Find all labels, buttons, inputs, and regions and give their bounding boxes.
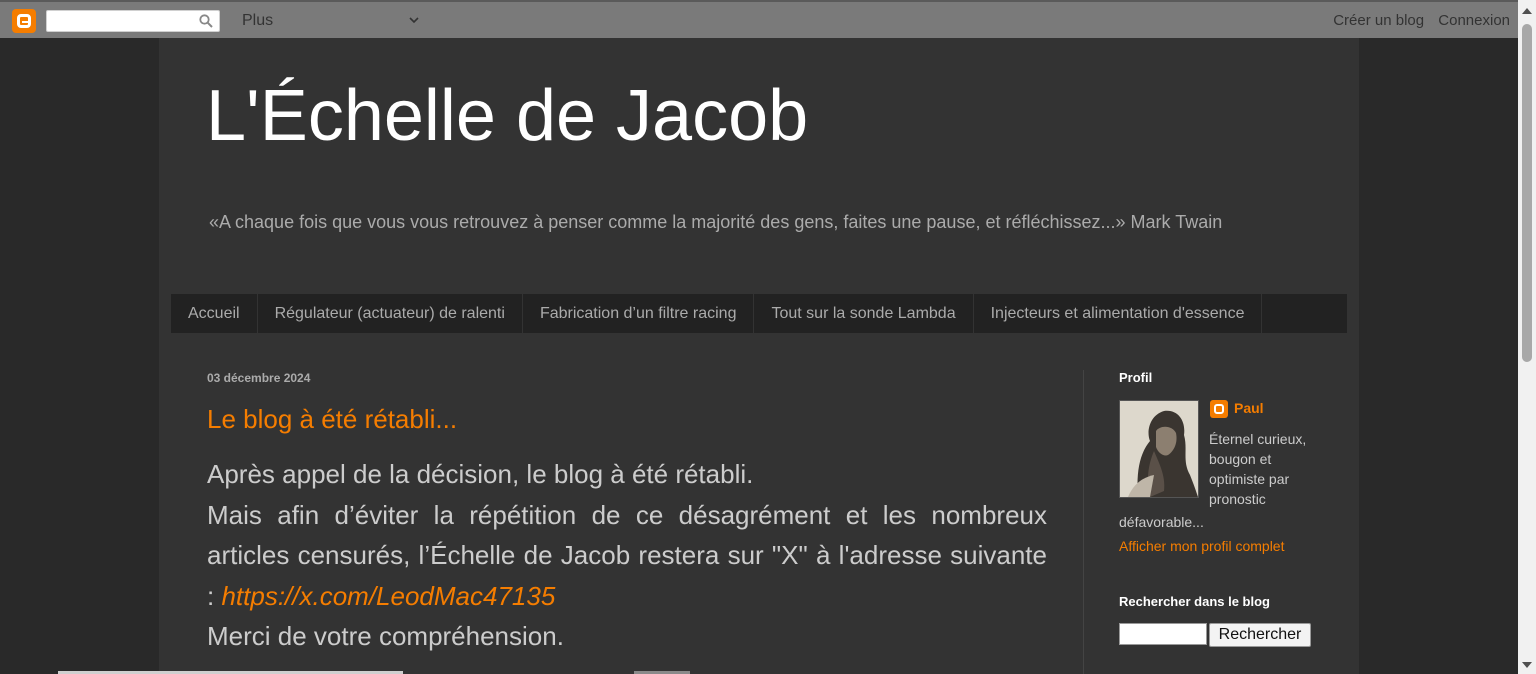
post-line: Après appel de la décision, le blog à ét… <box>207 459 754 489</box>
profile-avatar[interactable] <box>1119 400 1199 498</box>
profile-about-text-cont: défavorable... <box>1119 514 1204 530</box>
profile-heading: Profil <box>1119 370 1153 385</box>
profile-about-text: Éternel curieux, bougon et optimiste par… <box>1209 431 1307 507</box>
post-title[interactable]: Le blog à été rétabli... <box>207 404 457 435</box>
post-paragraph: Mais afin d’éviter la répétition de ce d… <box>207 495 1047 617</box>
tab-injectors[interactable]: Injecteurs et alimentation d'essence <box>974 294 1263 333</box>
navbar-search-input[interactable] <box>46 10 220 32</box>
blogger-icon <box>1210 400 1228 418</box>
scroll-up-arrow-icon[interactable] <box>1522 8 1532 14</box>
page-tabs: Accueil Régulateur (actuateur) de ralent… <box>171 294 1347 333</box>
more-menu-label[interactable]: Plus <box>242 12 273 30</box>
post-body: Après appel de la décision, le blog à ét… <box>207 454 1047 657</box>
chevron-down-icon[interactable] <box>408 14 420 26</box>
blogger-navbar: Plus Créer un blog Connexion <box>0 0 1536 38</box>
scroll-thumb[interactable] <box>1522 24 1532 362</box>
blog-container: L'Échelle de Jacob «A chaque fois que vo… <box>159 38 1359 674</box>
profile-name-link[interactable]: Paul <box>1234 400 1264 416</box>
navbar-right-links: Créer un blog Connexion <box>1323 12 1510 29</box>
vertical-scrollbar[interactable] <box>1518 0 1536 674</box>
blogger-logo-icon[interactable] <box>12 9 36 33</box>
search-button[interactable]: Rechercher <box>1209 623 1311 647</box>
view-full-profile-link[interactable]: Afficher mon profil complet <box>1119 538 1284 554</box>
tab-racing-filter[interactable]: Fabrication d’un filtre racing <box>523 294 755 333</box>
search-icon[interactable] <box>199 14 213 28</box>
scroll-down-arrow-icon[interactable] <box>1522 662 1532 668</box>
sidebar-divider <box>1083 370 1084 674</box>
post-line: Merci de votre compréhension. <box>207 621 564 651</box>
create-blog-link[interactable]: Créer un blog <box>1333 12 1424 29</box>
post-date: 03 décembre 2024 <box>207 371 311 385</box>
x-profile-link[interactable]: https://x.com/LeodMac47135 <box>221 581 555 611</box>
tab-lambda-sensor[interactable]: Tout sur la sonde Lambda <box>754 294 974 333</box>
tab-home[interactable]: Accueil <box>171 294 258 333</box>
blog-title[interactable]: L'Échelle de Jacob <box>206 80 808 152</box>
blog-search-input[interactable] <box>1119 623 1207 645</box>
blog-description: «A chaque fois que vous vous retrouvez à… <box>209 212 1223 232</box>
tab-idle-regulator[interactable]: Régulateur (actuateur) de ralenti <box>258 294 523 333</box>
search-heading: Rechercher dans le blog <box>1119 594 1270 609</box>
profile-portrait-image <box>1120 401 1198 497</box>
sign-in-link[interactable]: Connexion <box>1438 12 1510 29</box>
